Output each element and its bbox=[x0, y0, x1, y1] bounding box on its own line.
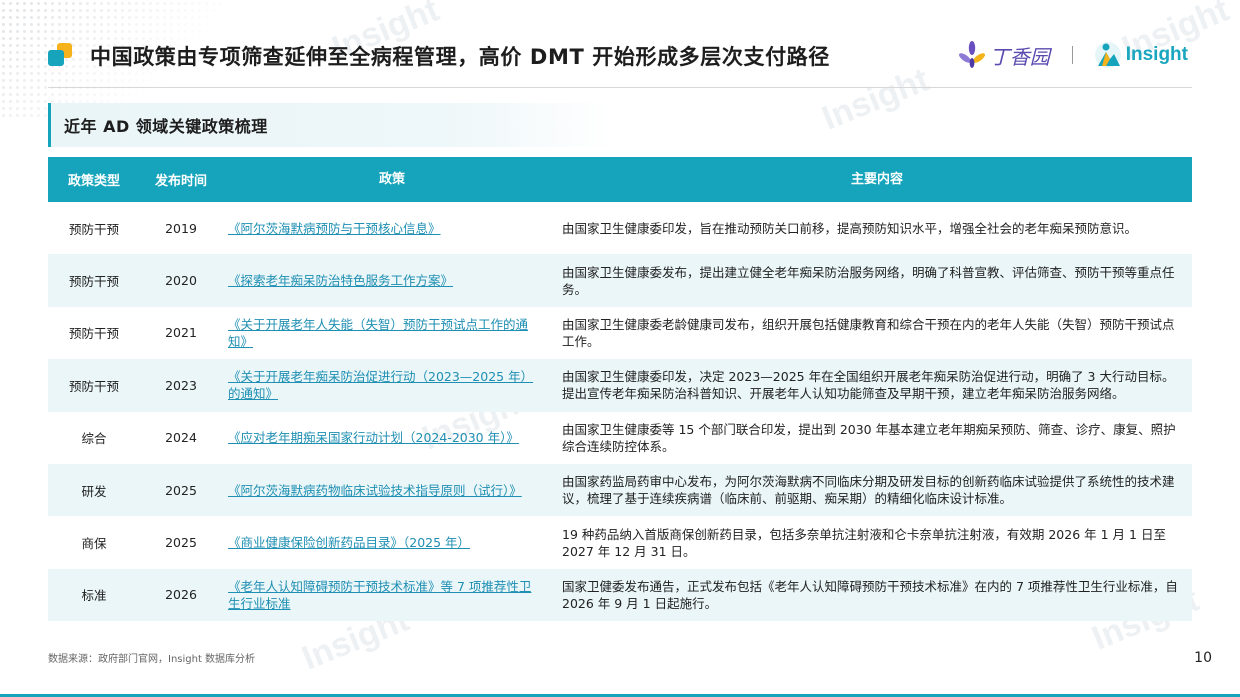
cell-year: 2024 bbox=[165, 430, 197, 446]
cell-policy-type: 预防干预 bbox=[68, 221, 119, 237]
clove-flower-icon bbox=[958, 41, 985, 68]
header-policy: 政策 bbox=[378, 172, 405, 187]
cell-year: 2025 bbox=[165, 535, 197, 551]
table-row: 预防干预 2020 《探索老年痴呆防治特色服务工作方案》 由国家卫生健康委发布，… bbox=[48, 254, 1192, 307]
cell-year: 2026 bbox=[165, 587, 197, 603]
cell-content: 国家卫健委发布通告，正式发布包括《老年人认知障碍预防干预技术标准》在内的 7 项… bbox=[562, 578, 1178, 611]
table-row: 预防干预 2019 《阿尔茨海默病预防与干预核心信息》 由国家卫生健康委印发，旨… bbox=[48, 202, 1192, 254]
data-source-note: 数据来源：政府部门官网，Insight 数据库分析 bbox=[48, 654, 256, 665]
policy-link[interactable]: 《探索老年痴呆防治特色服务工作方案》 bbox=[228, 273, 453, 288]
page-header: 中国政策由专项筛查延伸至全病程管理，高价 DMT 开始形成多层次支付路径 丁香园… bbox=[48, 36, 1192, 76]
cell-policy-type: 预防干预 bbox=[68, 274, 119, 290]
cell-policy-type: 综合 bbox=[81, 431, 107, 447]
cell-year: 2021 bbox=[165, 325, 197, 341]
cell-policy-type: 商保 bbox=[81, 536, 107, 552]
cell-year: 2025 bbox=[165, 482, 197, 498]
brand-separator bbox=[1071, 46, 1073, 64]
policy-link[interactable]: 《阿尔茨海默病预防与干预核心信息》 bbox=[228, 221, 441, 236]
header-publish-date: 发布时间 bbox=[154, 174, 207, 189]
page-number: 10 bbox=[1194, 650, 1212, 666]
cell-year: 2019 bbox=[165, 220, 197, 236]
cell-content: 由国家卫生健康委印发，旨在推动预防关口前移，提高预防知识水平，增强全社会的老年痴… bbox=[562, 220, 1138, 236]
dxy-logo: 丁香园 bbox=[958, 41, 1050, 70]
cell-content: 由国家药监局药审中心发布，为阿尔茨海默病不同临床分期及研发目标的创新药临床试验提… bbox=[562, 474, 1175, 507]
brand-logos: 丁香园 Insight bbox=[958, 36, 1188, 74]
policy-link[interactable]: 《老年人认知障碍预防干预技术标准》等 7 项推荐性卫生行业标准 bbox=[228, 579, 531, 611]
cell-policy-type: 标准 bbox=[81, 588, 107, 604]
policy-link[interactable]: 《阿尔茨海默病药物临床试验技术指导原则（试行）》 bbox=[228, 483, 522, 498]
policy-link[interactable]: 《应对老年期痴呆国家行动计划（2024-2030 年）》 bbox=[228, 430, 519, 445]
cell-year: 2020 bbox=[165, 273, 197, 289]
cell-content: 由国家卫生健康委等 15 个部门联合印发，提出到 2030 年基本建立老年期痴呆… bbox=[562, 421, 1176, 454]
cell-policy-type: 研发 bbox=[81, 483, 107, 499]
cell-content: 由国家卫生健康委发布，提出建立健全老年痴呆防治服务网络，明确了科普宣教、评估筛查… bbox=[562, 264, 1175, 297]
header-main-content: 主要内容 bbox=[850, 172, 903, 187]
section-header: 近年 AD 领域关键政策梳理 bbox=[48, 103, 613, 147]
cell-content: 由国家卫生健康委老龄健康司发布，组织开展包括健康教育和综合干预在内的老年人失能（… bbox=[562, 316, 1175, 349]
cell-year: 2023 bbox=[165, 377, 197, 393]
policy-link[interactable]: 《商业健康保险创新药品目录》（2025 年） bbox=[228, 535, 470, 550]
cell-policy-type: 预防干预 bbox=[68, 378, 119, 394]
table-row: 研发 2025 《阿尔茨海默病药物临床试验技术指导原则（试行）》 由国家药监局药… bbox=[48, 463, 1192, 517]
insight-logo: Insight bbox=[1093, 40, 1188, 70]
table-row: 综合 2024 《应对老年期痴呆国家行动计划（2024-2030 年）》 由国家… bbox=[48, 412, 1192, 464]
cell-policy-type: 预防干预 bbox=[68, 326, 119, 342]
insight-brand-text: Insight bbox=[1125, 44, 1188, 65]
cell-content: 19 种药品纳入首版商保创新药目录，包括多奈单抗注射液和仑卡奈单抗注射液，有效期… bbox=[562, 526, 1166, 559]
header-divider bbox=[48, 87, 1192, 88]
section-title: 近年 AD 领域关键政策梳理 bbox=[64, 117, 268, 136]
header-policy-type: 政策类型 bbox=[67, 174, 120, 189]
table-row: 商保 2025 《商业健康保险创新药品目录》（2025 年） 19 种药品纳入首… bbox=[48, 516, 1192, 568]
dxy-brand-text: 丁香园 bbox=[989, 44, 1050, 69]
table-row: 预防干预 2023 《关于开展老年痴呆防治促进行动（2023—2025 年）的通… bbox=[48, 359, 1192, 412]
title-bullet-icon bbox=[48, 43, 74, 69]
page-title: 中国政策由专项筛查延伸至全病程管理，高价 DMT 开始形成多层次支付路径 bbox=[90, 45, 830, 69]
policy-link[interactable]: 《关于开展老年痴呆防治促进行动（2023—2025 年）的通知》 bbox=[228, 369, 533, 401]
insight-logo-icon bbox=[1094, 42, 1121, 68]
table-header: 政策类型 发布时间 政策 主要内容 bbox=[48, 157, 1192, 202]
cell-content: 由国家卫生健康委印发，决定 2023—2025 年在全国组织开展老年痴呆防治促进… bbox=[562, 369, 1175, 402]
table-row: 预防干预 2021 《关于开展老年人失能（失智）预防干预试点工作的通知》 由国家… bbox=[48, 307, 1192, 359]
table-row: 标准 2026 《老年人认知障碍预防干预技术标准》等 7 项推荐性卫生行业标准 … bbox=[48, 568, 1192, 622]
policy-table: 政策类型 发布时间 政策 主要内容 预防干预 2019 《阿尔茨海默病预防与干预… bbox=[48, 157, 1192, 622]
policy-link[interactable]: 《关于开展老年人失能（失智）预防干预试点工作的通知》 bbox=[228, 317, 528, 349]
